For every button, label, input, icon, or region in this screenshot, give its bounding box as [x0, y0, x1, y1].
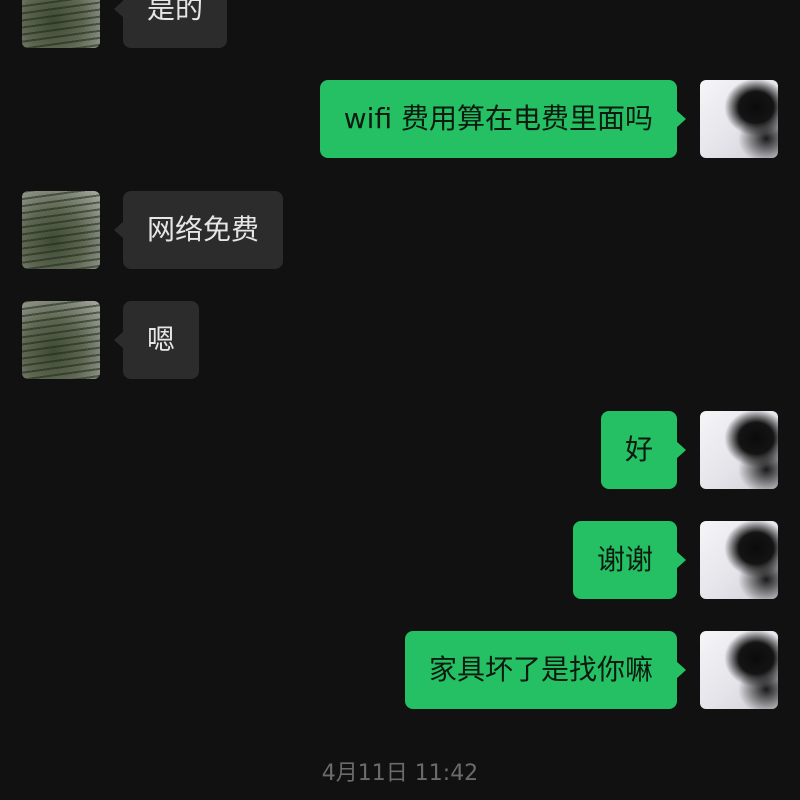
- message-row-incoming: 网络免费: [0, 191, 800, 269]
- message-row-incoming: 嗯: [0, 301, 800, 379]
- chat-view: 是的 wifi 费用算在电费里面吗 网络免费 嗯 好 谢谢 家具坏了是找你嘛 4…: [0, 0, 800, 800]
- message-bubble-outgoing[interactable]: 家具坏了是找你嘛: [404, 631, 687, 709]
- message-row-outgoing: wifi 费用算在电费里面吗: [0, 80, 800, 158]
- user-avatar[interactable]: [700, 631, 778, 709]
- message-row-outgoing: 谢谢: [0, 521, 800, 599]
- user-avatar[interactable]: [700, 80, 778, 158]
- message-timestamp: 4月11日 11:42: [321, 761, 479, 786]
- user-avatar[interactable]: [700, 521, 778, 599]
- contact-avatar[interactable]: [22, 191, 100, 269]
- contact-avatar[interactable]: [22, 0, 100, 48]
- message-row-incoming: 是的: [0, 0, 800, 48]
- message-bubble-incoming[interactable]: 嗯: [113, 301, 200, 379]
- message-bubble-outgoing[interactable]: 好: [600, 411, 687, 489]
- message-row-outgoing: 家具坏了是找你嘛: [0, 631, 800, 709]
- message-bubble-outgoing[interactable]: 谢谢: [572, 521, 687, 599]
- contact-avatar[interactable]: [22, 301, 100, 379]
- user-avatar[interactable]: [700, 411, 778, 489]
- message-bubble-incoming[interactable]: 是的: [113, 0, 228, 48]
- message-bubble-incoming[interactable]: 网络免费: [113, 191, 284, 269]
- message-bubble-outgoing[interactable]: wifi 费用算在电费里面吗: [319, 80, 687, 158]
- message-row-outgoing: 好: [0, 411, 800, 489]
